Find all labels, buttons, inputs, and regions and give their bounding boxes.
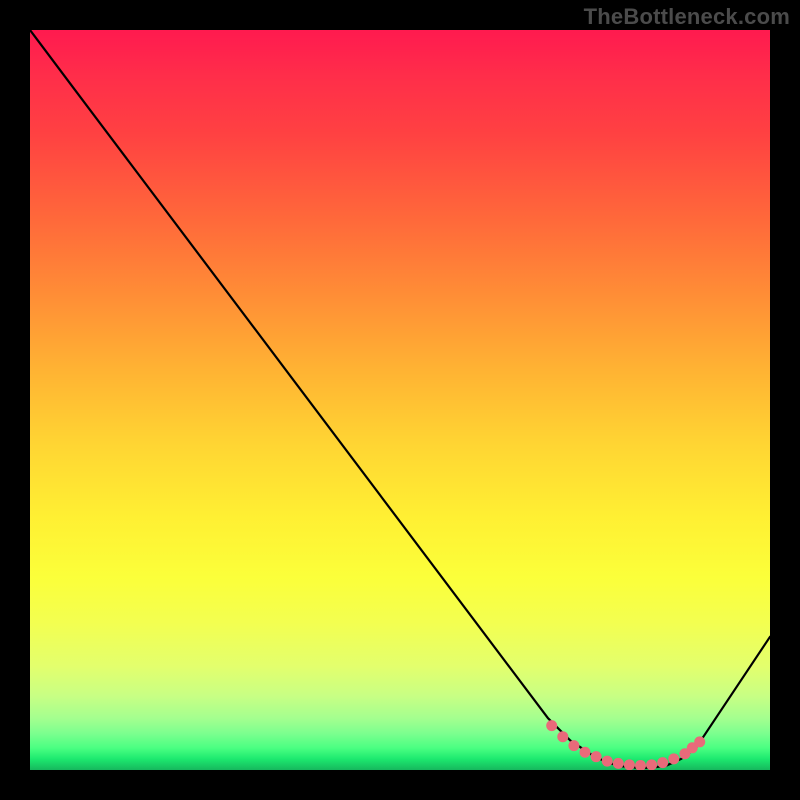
marker-dot <box>580 747 591 758</box>
marker-dot <box>694 736 705 747</box>
marker-dot <box>668 753 679 764</box>
marker-dot <box>624 759 635 770</box>
marker-dot <box>557 731 568 742</box>
marker-dot <box>646 759 657 770</box>
curve-line <box>30 30 770 768</box>
chart-svg <box>30 30 770 770</box>
marker-dot <box>657 757 668 768</box>
curve-line-group <box>30 30 770 768</box>
marker-dot <box>613 758 624 769</box>
plot-area <box>30 30 770 770</box>
watermark-text: TheBottleneck.com <box>584 4 790 30</box>
marker-dot <box>602 756 613 767</box>
marker-dot <box>568 740 579 751</box>
marker-dot <box>635 760 646 770</box>
marker-group <box>546 720 705 770</box>
chart-frame: TheBottleneck.com <box>0 0 800 800</box>
marker-dot <box>546 720 557 731</box>
marker-dot <box>591 751 602 762</box>
